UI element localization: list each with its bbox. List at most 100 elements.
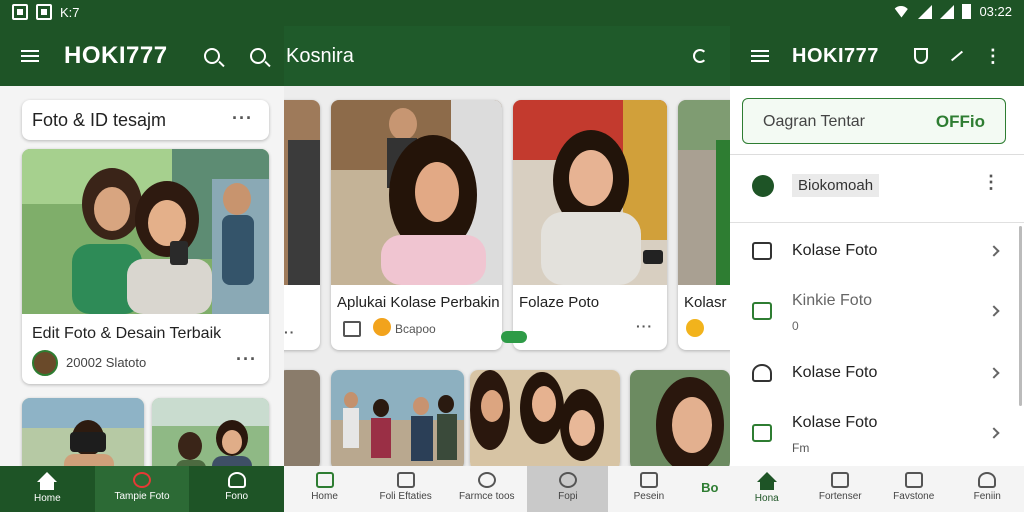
clock-icon [477,472,496,488]
wifi-icon [892,5,911,18]
person-icon [978,472,997,488]
home-icon [752,364,772,382]
nav-label: Fopi [558,491,578,502]
right-bottom-nav: Hona Fortenser Favstone Feniin [730,466,1024,512]
shield-icon [831,472,850,488]
more-icon[interactable]: ··· [232,108,253,129]
nav-home[interactable]: Home [284,466,365,512]
brand-title: HOKI777 [792,44,879,67]
nav-favorites[interactable]: Pesein [608,466,689,512]
scrollbar[interactable] [1019,226,1022,406]
share-icon[interactable] [945,44,969,68]
menu-item-kolase-1[interactable]: Kolase Foto [730,223,1024,279]
menu-item-kolase-2[interactable]: Kolase Foto [730,345,1024,401]
refresh-icon[interactable] [688,44,712,68]
nav-frames[interactable]: Farmce toos [446,466,527,512]
nav-label: Hona [754,493,779,504]
menu-label: Kolase Foto [792,242,878,259]
nav-label: Tampie Foto [114,491,170,502]
more-icon[interactable]: ⋮ [982,172,1000,193]
image-icon [752,302,772,320]
chevron-right-icon [988,367,1000,379]
photo-man [284,100,320,285]
photo-card-kolase[interactable]: Aplukai Kolase Perbakin Bcapoo [331,100,502,350]
more-icon[interactable]: ⋮ [981,44,1005,68]
middle-appbar: Kosnira [284,26,730,86]
nav-home[interactable]: Hona [730,466,804,512]
nav-label: Foli Eftaties [379,491,432,502]
photo-card-row2-1[interactable] [284,370,320,466]
left-panel: Foto & ID tesajm ··· Edit Foto & Desain … [0,86,284,466]
photo-card-row2-3[interactable] [470,370,620,466]
photo-group [152,398,269,466]
status-bar: K:7 03:22 [0,0,1024,26]
menu-label: Kinkie Foto [792,292,873,309]
more-icon[interactable]: ··· [636,318,653,334]
photo-card-small-2[interactable] [152,398,269,466]
clock: 03:22 [979,4,1012,19]
menu-icon[interactable] [18,44,42,68]
nav-home[interactable]: Home [0,466,95,512]
menu-item-kolase-3[interactable]: Kolase Foto Fm [730,401,1024,465]
nav-label: Home [311,491,338,502]
card-meta: Bcapoo [395,322,436,336]
card-title: Kolasr [684,294,727,311]
page-indicator[interactable] [501,331,527,343]
profile-row[interactable]: Biokomoah ⋮ [730,158,1024,214]
photo-card-row2-4[interactable] [630,370,730,466]
nav-profile[interactable]: Fono [189,466,284,512]
search-icon-2[interactable] [246,44,270,68]
card-title: Folaze Poto [519,294,600,311]
photo-card-partial[interactable]: ·· [284,100,320,350]
status-text: K:7 [60,4,80,20]
card-meta: 20002 Slatoto [66,355,147,370]
nav-favorites[interactable]: Fortenser [804,466,878,512]
menu-item-kinkie[interactable]: Kinkie Foto 0 [730,279,1024,343]
card-title: Aplukai Kolase Perbakin [337,294,500,311]
photo-card-kolasr[interactable]: Kolasr [678,100,730,350]
signal-icon-2 [940,4,955,19]
battery-icon [962,4,972,19]
nav-profile[interactable]: Feniin [951,466,1024,512]
photo-card-folaze[interactable]: Folaze Poto ··· [513,100,667,350]
search-box[interactable]: Oagran Tentar OFFio [742,98,1006,144]
search-action-button[interactable]: OFFio [936,112,985,132]
nav-more[interactable]: Bo [689,466,730,512]
nav-label: Fortenser [818,491,862,502]
search-input[interactable]: Oagran Tentar [763,113,865,131]
nav-label: Fono [225,491,249,502]
nav-search[interactable]: Fopi [527,466,609,512]
photo-stone-wall [678,100,730,285]
nav-saved[interactable]: Favstone [877,466,951,512]
brand-title: HOKI777 [64,42,168,69]
grid-icon [396,472,415,488]
chevron-right-icon [988,245,1000,257]
avatar [373,318,391,336]
photo-friends [470,370,620,466]
nav-templates[interactable]: Tampie Foto [94,466,190,512]
photo-card-small-1[interactable] [22,398,144,466]
menu-sub: Fm [792,441,810,455]
main-photo-card[interactable]: Edit Foto & Desain Terbaik 20002 Slatoto… [22,149,269,384]
photo-card-row2-2[interactable] [331,370,464,466]
menu-icon[interactable] [748,44,772,68]
signal-icon [918,4,933,19]
shield-icon[interactable] [909,44,933,68]
section-header-card[interactable]: Foto & ID tesajm ··· [22,100,269,140]
chevron-right-icon [988,427,1000,439]
home-icon [756,472,777,482]
photo-laughing-woman [331,100,502,285]
clock-icon [133,472,151,488]
search-icon[interactable] [200,44,224,68]
card-icon [904,472,923,488]
middle-panel: ·· Aplukai Kolase Perbakin Bcapoo Folaze… [284,86,730,466]
home-icon [37,472,58,482]
profile-text: Biokomoah [792,174,880,197]
nav-edit[interactable]: Foli Eftaties [365,466,446,512]
left-bottom-nav: Home Tampie Foto Fono [0,466,284,512]
more-icon[interactable]: ·· [284,324,295,340]
menu-label: Kolase Foto [792,364,878,381]
more-icon[interactable]: ··· [236,349,257,370]
nav-label: Bo [701,480,719,495]
avatar [752,175,774,197]
